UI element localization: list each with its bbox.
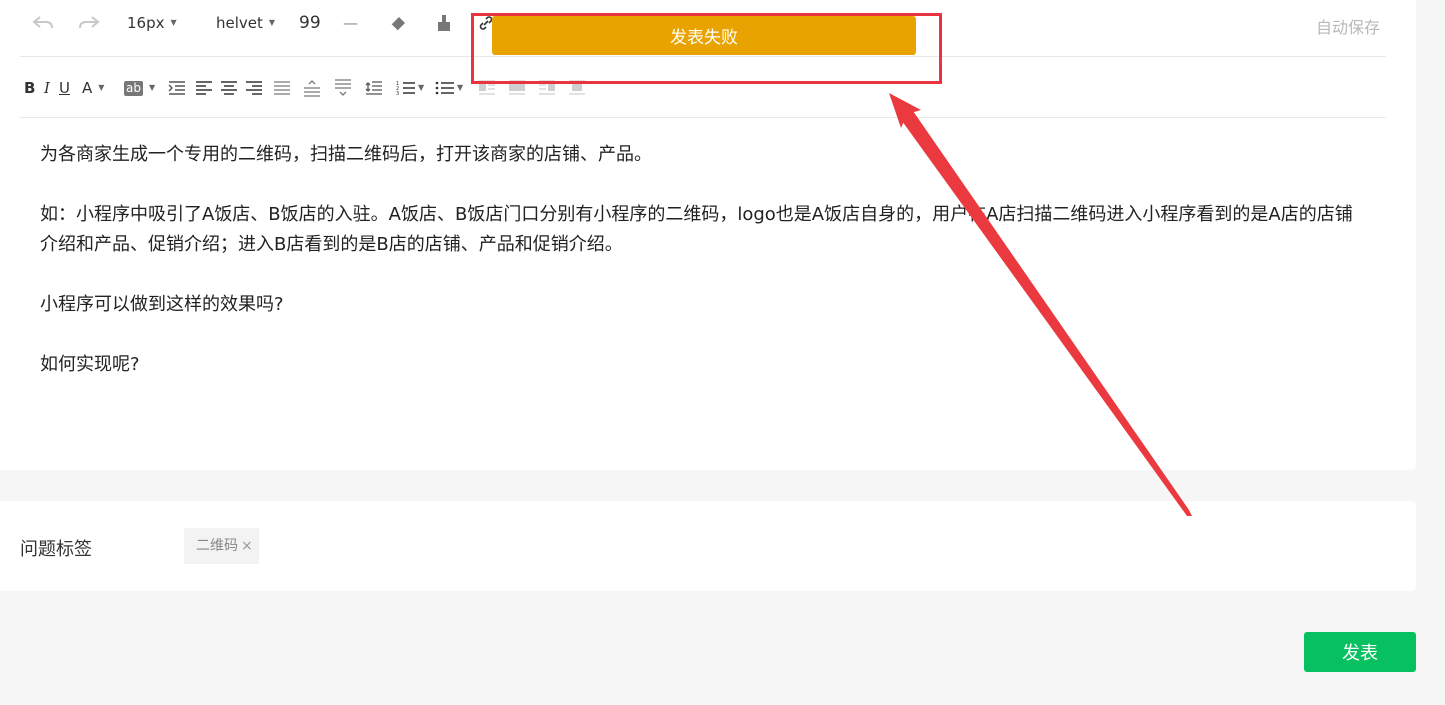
unordered-list-button[interactable]: ▼ [435, 76, 463, 100]
format-brush-icon[interactable] [436, 12, 452, 34]
publish-button[interactable]: 发表 [1304, 632, 1416, 672]
content-paragraph: 小程序可以做到这样的效果吗? [40, 294, 284, 315]
chevron-down-icon: ▼ [98, 83, 105, 92]
spacing-before-icon[interactable] [303, 76, 321, 100]
spacing-after-icon[interactable] [334, 76, 352, 100]
tags-label: 问题标签 [20, 539, 92, 560]
editor-content[interactable]: 为各商家生成一个专用的二维码，扫描二维码后，打开该商家的店铺、产品。 如：小程序… [40, 140, 1370, 410]
content-paragraph: 如：小程序中吸引了A饭店、B饭店的入驻。A饭店、B饭店门口分别有小程序的二维码，… [40, 204, 1353, 255]
editor-card: 16px ▼ helvet ▼ 99 — 自动保存 B I U A ▼ ab ▼… [0, 0, 1416, 470]
quote-icon: 99 [299, 13, 321, 33]
indent-icon[interactable] [168, 76, 186, 100]
font-color-icon: A [82, 79, 93, 97]
eraser-icon[interactable] [388, 12, 408, 34]
bold-icon: B [24, 79, 36, 97]
font-family-value: helvet [216, 14, 263, 32]
autosave-status: 自动保存 [1316, 18, 1381, 37]
tag-chip[interactable]: 二维码 × [184, 528, 259, 564]
align-left-icon[interactable] [195, 76, 213, 100]
image-inline-icon[interactable] [508, 76, 526, 100]
bg-color-button[interactable]: ab ▼ [124, 76, 155, 100]
bold-button[interactable]: B [24, 76, 35, 100]
chevron-down-icon: ▼ [418, 83, 425, 92]
horizontal-rule-button[interactable]: — [343, 12, 358, 34]
ordered-list-button[interactable]: 123 ▼ [396, 76, 424, 100]
font-size-select[interactable]: 16px ▼ [127, 12, 177, 34]
format-toolbar: B I U A ▼ ab ▼ 1 2 3 ▼ ▼ [20, 74, 1386, 102]
align-justify-icon[interactable] [273, 76, 291, 100]
image-center-icon[interactable] [568, 76, 586, 100]
content-paragraph: 如何实现呢? [40, 354, 140, 375]
undo-icon[interactable] [32, 12, 54, 34]
underline-icon: U [59, 79, 70, 97]
chevron-down-icon: ▼ [148, 83, 156, 92]
line-height-icon[interactable] [365, 76, 383, 100]
align-right-icon[interactable] [245, 76, 263, 100]
italic-button[interactable]: I [44, 76, 50, 100]
error-toast: 发表失败 [492, 16, 916, 55]
font-size-value: 16px [127, 14, 165, 32]
bg-color-icon: ab [124, 80, 143, 96]
underline-button[interactable]: U [59, 76, 70, 100]
tag-text: 二维码 [196, 538, 238, 554]
image-right-icon[interactable] [538, 76, 556, 100]
svg-text:3: 3 [396, 91, 399, 96]
chevron-down-icon: ▼ [457, 83, 464, 92]
chevron-down-icon: ▼ [268, 18, 276, 27]
tags-card: 问题标签 二维码 × [0, 501, 1416, 591]
content-divider [20, 117, 1386, 118]
align-center-icon[interactable] [220, 76, 238, 100]
toolbar-divider [20, 56, 1386, 57]
image-left-icon[interactable] [478, 76, 496, 100]
horizontal-rule-icon: — [343, 14, 358, 32]
redo-icon[interactable] [78, 12, 100, 34]
font-family-select[interactable]: helvet ▼ [216, 12, 275, 34]
content-paragraph: 为各商家生成一个专用的二维码，扫描二维码后，打开该商家的店铺、产品。 [40, 144, 652, 165]
quote-button[interactable]: 99 [299, 12, 321, 34]
italic-icon: I [44, 79, 50, 97]
font-color-button[interactable]: A ▼ [82, 76, 104, 100]
chevron-down-icon: ▼ [170, 18, 177, 27]
close-icon[interactable]: × [241, 528, 253, 564]
